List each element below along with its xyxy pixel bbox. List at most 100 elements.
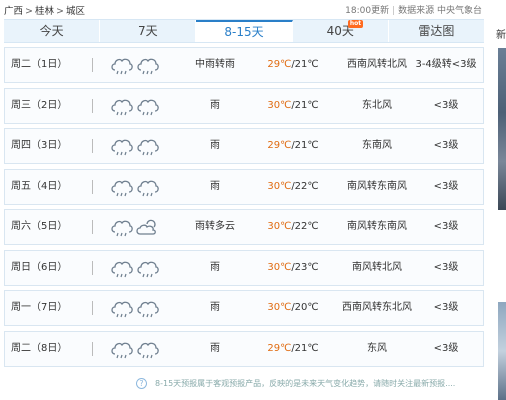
- wind-level: <3级: [433, 99, 459, 111]
- wind-level: <3级: [433, 302, 459, 313]
- row-divider: [92, 139, 93, 153]
- tab-8-15-days[interactable]: 8-15天: [196, 20, 293, 42]
- rain-icon: [111, 180, 133, 196]
- footnote-text: 8-15天预报属于客观预报产品，反映的是未来天气变化趋势，请随时关注最新预报..…: [155, 379, 456, 388]
- low-temp: /21℃: [291, 342, 319, 354]
- help-icon[interactable]: ?: [136, 378, 147, 389]
- weather-description: 雨: [210, 140, 220, 151]
- sidebar-image[interactable]: [498, 48, 506, 210]
- low-temp: /22℃: [291, 221, 319, 232]
- wind-level: <3级: [433, 180, 459, 192]
- data-source: 数据来源 中央气象台: [398, 6, 482, 16]
- temperature: 30℃/22℃: [257, 170, 329, 204]
- day-label: 周三（2日）: [11, 99, 68, 111]
- temperature: 30℃/20℃: [257, 291, 329, 325]
- forecast-row: 周六（5日） 雨转多云 30℃/22℃ 南风转东南风 <3级: [4, 209, 484, 245]
- tab-radar[interactable]: 雷达图: [389, 20, 484, 42]
- weather-icons: [109, 291, 159, 325]
- forecast-row: 周日（6日）雨 30℃/23℃ 南风转北风 <3级: [4, 249, 484, 286]
- high-temp: 30℃: [267, 221, 292, 232]
- forecast-tabs: 今天 7天 8-15天 40天 hot 雷达图: [4, 19, 484, 43]
- breadcrumb-separator: >: [56, 6, 64, 17]
- hot-badge: hot: [347, 20, 364, 28]
- breadcrumb-city[interactable]: 桂林: [35, 6, 54, 17]
- temperature: 29℃/21℃: [257, 48, 329, 82]
- row-divider: [92, 341, 93, 356]
- weather-description: 雨转多云: [195, 221, 235, 232]
- tab-label: 雷达图: [418, 24, 455, 38]
- day-label: 周四（3日）: [11, 140, 68, 151]
- weather-description: 雨: [210, 261, 220, 273]
- update-time: 18:00更新: [345, 6, 390, 16]
- rain-icon: [137, 342, 159, 358]
- weather-description: 雨: [210, 99, 220, 111]
- breadcrumb-separator: >: [25, 6, 33, 17]
- rain-icon: [137, 301, 159, 318]
- high-temp: 30℃: [267, 180, 292, 192]
- partly-cloudy-icon: [136, 219, 156, 235]
- high-temp: 29℃: [267, 59, 292, 70]
- temperature: 29℃/21℃: [257, 332, 329, 366]
- day-label: 周五（4日）: [11, 180, 68, 192]
- rain-icon: [137, 261, 159, 277]
- forecast-row: 周二（8日）雨 29℃/21℃ 东风 <3级: [4, 330, 484, 367]
- row-divider: [92, 260, 93, 275]
- sidebar-heading: 新: [496, 30, 506, 40]
- weather-icons: [109, 48, 159, 82]
- rain-icon: [137, 58, 159, 75]
- low-temp: /22℃: [291, 180, 319, 192]
- forecast-row: 周一（7日）雨 30℃/20℃ 西南风转东北风 <3级: [4, 290, 484, 326]
- tab-7-days[interactable]: 7天: [100, 20, 197, 42]
- day-label: 周一（7日）: [11, 302, 68, 313]
- low-temp: /21℃: [291, 59, 319, 70]
- low-temp: /21℃: [291, 99, 319, 111]
- day-label: 周六（5日）: [11, 221, 68, 232]
- wind-level: <3级: [433, 140, 459, 151]
- weather-icons: [109, 251, 159, 285]
- row-divider: [92, 58, 93, 72]
- wind-level: <3级: [433, 261, 459, 273]
- rain-icon: [137, 180, 159, 196]
- meta-divider: |: [392, 6, 396, 16]
- breadcrumb-district: 城区: [65, 6, 85, 17]
- footnote: ? 8-15天预报属于客观预报产品，反映的是未来天气变化趋势，请随时关注最新预报.…: [136, 378, 455, 389]
- wind-level: <3级: [433, 221, 459, 232]
- wind-level: 3-4级转<3级: [415, 59, 477, 70]
- temperature: 30℃/22℃: [257, 210, 329, 244]
- row-divider: [92, 220, 93, 234]
- weather-description: 雨: [210, 180, 220, 192]
- high-temp: 30℃: [267, 99, 292, 111]
- rain-icon: [111, 220, 133, 237]
- rain-icon: [111, 261, 133, 277]
- temperature: 30℃/21℃: [257, 89, 329, 123]
- rain-icon: [111, 58, 133, 75]
- rain-icon: [111, 342, 133, 358]
- sidebar-image[interactable]: [498, 302, 506, 400]
- rain-icon: [137, 99, 159, 115]
- tab-label: 今天: [39, 24, 64, 38]
- weather-icons: [109, 129, 159, 163]
- breadcrumb-province[interactable]: 广西: [4, 6, 23, 17]
- row-divider: [92, 98, 93, 113]
- high-temp: 30℃: [267, 302, 292, 313]
- tab-label: 7天: [137, 24, 158, 38]
- weather-description: 雨: [210, 342, 220, 354]
- rain-icon: [111, 99, 133, 115]
- low-temp: /21℃: [291, 140, 319, 151]
- weather-icons: [109, 89, 159, 123]
- top-bar: 广西 > 桂林 > 城区 18:00更新 | 数据来源 中央气象台: [0, 0, 490, 18]
- row-divider: [92, 301, 93, 315]
- day-label: 周二（8日）: [11, 342, 68, 354]
- forecast-list: 周二（1日） 中雨转雨 29℃/21℃ 西南风转北风 3-4级转<3级周三（2日） 雨 30…: [4, 47, 484, 371]
- weather-description: 雨: [210, 302, 220, 313]
- forecast-row: 周二（1日） 中雨转雨 29℃/21℃ 西南风转北风 3-4级转<3级: [4, 47, 484, 83]
- wind-level: <3级: [433, 342, 459, 354]
- tab-label: 8-15天: [224, 25, 264, 39]
- day-label: 周日（6日）: [11, 261, 68, 273]
- high-temp: 30℃: [267, 261, 292, 273]
- rain-icon: [111, 139, 133, 156]
- low-temp: /23℃: [291, 261, 319, 273]
- forecast-row: 周三（2日）雨 30℃/21℃ 东北风 <3级: [4, 87, 484, 124]
- tab-today[interactable]: 今天: [4, 20, 101, 42]
- tab-40-days[interactable]: 40天 hot: [293, 20, 389, 42]
